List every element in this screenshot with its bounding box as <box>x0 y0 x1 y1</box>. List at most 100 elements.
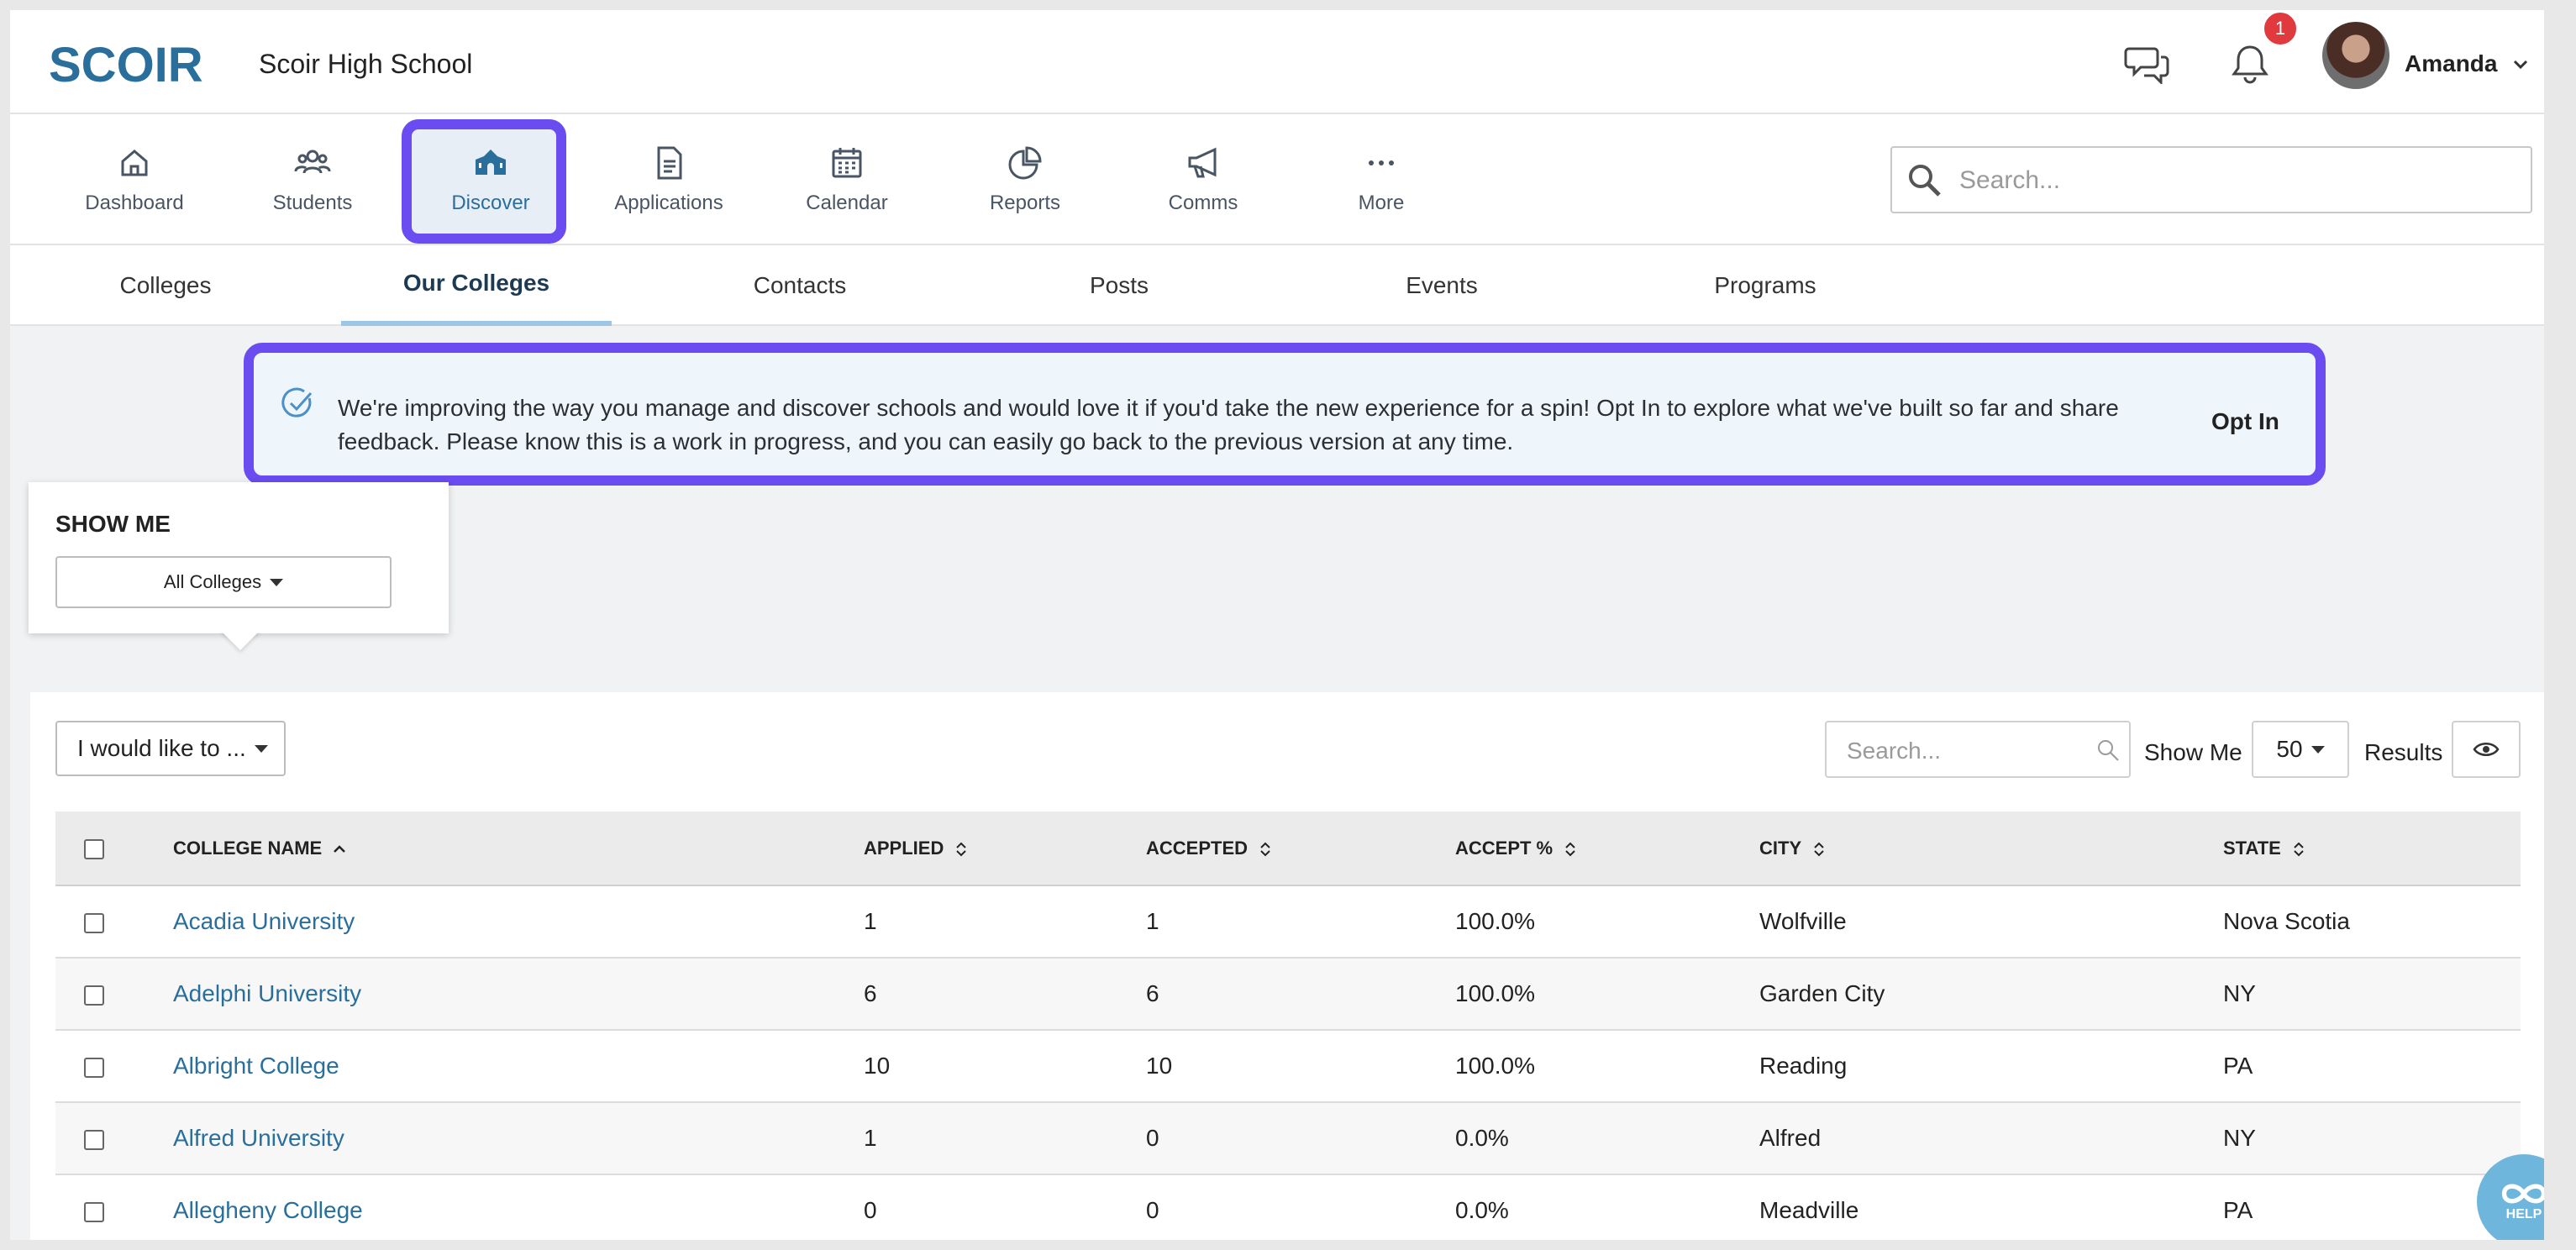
applied-cell: 6 <box>864 958 1146 1031</box>
chat-icon[interactable] <box>2124 44 2171 84</box>
column-label: CITY <box>1759 837 1801 859</box>
accept-percent-cell: 0.0% <box>1455 1174 1759 1240</box>
nav-label: Dashboard <box>85 192 184 214</box>
row-select-cell <box>55 1102 173 1175</box>
results-label: Results <box>2364 739 2443 765</box>
top-bar: SCOIR Scoir High School 1 Amanda <box>10 10 2544 114</box>
column-city[interactable]: CITY <box>1759 811 2223 886</box>
sort-icon <box>2294 842 2304 857</box>
row-checkbox[interactable] <box>84 912 104 933</box>
column-applied[interactable]: APPLIED <box>864 811 1146 886</box>
nav-label: Comms <box>1168 192 1238 214</box>
college-link[interactable]: Alfred University <box>173 1125 344 1151</box>
eye-icon <box>2473 743 2500 756</box>
table-search[interactable] <box>1825 721 2131 778</box>
opt-in-button[interactable]: Opt In <box>2211 408 2279 435</box>
app-window: SCOIR Scoir High School 1 Amanda Dashboa… <box>10 10 2544 1240</box>
notification-badge: 1 <box>2262 10 2299 47</box>
nav-applications[interactable]: Applications <box>588 114 749 245</box>
city-cell: Garden City <box>1759 958 2223 1031</box>
accept-percent-cell: 100.0% <box>1455 958 1759 1031</box>
infinity-icon <box>2501 1184 2544 1204</box>
users-icon <box>294 150 331 174</box>
bulk-action-dropdown[interactable]: I would like to ... <box>55 721 286 776</box>
nav-more[interactable]: More <box>1301 114 1462 245</box>
college-link[interactable]: Albright College <box>173 1053 339 1079</box>
city-cell: Reading <box>1759 1030 2223 1103</box>
table-row: Acadia University 1 1 100.0% Wolfville N… <box>55 885 2521 959</box>
nav-students[interactable]: Students <box>232 114 393 245</box>
column-accept-percent[interactable]: ACCEPT % <box>1455 811 1759 886</box>
caret-down-icon <box>254 744 268 753</box>
college-link[interactable]: Adelphi University <box>173 980 361 1006</box>
global-search[interactable] <box>1890 146 2532 213</box>
state-cell: PA <box>2223 1030 2521 1103</box>
state-cell: NY <box>2223 1102 2521 1175</box>
column-label: ACCEPT % <box>1455 837 1553 859</box>
help-label: HELP <box>2505 1207 2542 1221</box>
banner-message: We're improving the way you manage and d… <box>338 395 2119 454</box>
sort-ascending-icon <box>334 844 346 853</box>
show-me-label: Show Me <box>2144 739 2242 765</box>
nav-label: Reports <box>989 192 1061 214</box>
nav-dashboard[interactable]: Dashboard <box>54 114 215 245</box>
applied-cell: 1 <box>864 885 1146 959</box>
tab-contacts[interactable]: Contacts <box>665 245 934 326</box>
check-circle-icon <box>281 387 313 418</box>
column-accepted[interactable]: ACCEPTED <box>1146 811 1455 886</box>
college-link[interactable]: Allegheny College <box>173 1197 363 1223</box>
nav-label: Applications <box>614 192 723 214</box>
select-all-cell <box>55 811 173 886</box>
column-label: APPLIED <box>864 837 944 859</box>
tab-programs[interactable]: Programs <box>1627 245 1904 326</box>
nav-label: Discover <box>451 192 530 214</box>
chevron-down-icon[interactable] <box>2510 54 2531 74</box>
city-cell: Alfred <box>1759 1102 2223 1175</box>
nav-comms[interactable]: Comms <box>1122 114 1284 245</box>
global-search-input[interactable] <box>1959 156 2514 205</box>
show-me-dropdown[interactable]: All Colleges <box>55 556 392 608</box>
page-size-dropdown[interactable]: 50 <box>2252 721 2349 778</box>
column-visibility-button[interactable] <box>2452 721 2521 778</box>
sort-icon <box>1565 842 1575 857</box>
column-label: COLLEGE NAME <box>173 837 323 859</box>
table-row: Albright College 10 10 100.0% Reading PA <box>55 1030 2521 1103</box>
row-checkbox[interactable] <box>84 1129 104 1150</box>
search-icon <box>1909 165 1941 197</box>
college-link[interactable]: Acadia University <box>173 908 355 934</box>
nav-calendar[interactable]: Calendar <box>766 114 928 245</box>
avatar[interactable] <box>2322 22 2389 89</box>
accepted-cell: 0 <box>1146 1174 1455 1240</box>
column-label: ACCEPTED <box>1146 837 1249 859</box>
search-icon <box>2098 740 2119 761</box>
scoir-logo[interactable]: SCOIR <box>49 34 225 92</box>
more-dots-icon <box>1369 160 1394 165</box>
tab-posts[interactable]: Posts <box>985 245 1254 326</box>
nav-reports[interactable]: Reports <box>944 114 1106 245</box>
row-select-cell <box>55 1030 173 1103</box>
row-checkbox[interactable] <box>84 1201 104 1222</box>
column-state[interactable]: STATE <box>2223 811 2521 886</box>
state-cell: NY <box>2223 958 2521 1031</box>
megaphone-icon <box>1188 147 1217 178</box>
tab-colleges[interactable]: Colleges <box>27 245 304 326</box>
sort-icon <box>956 842 967 857</box>
sort-icon <box>1260 842 1270 857</box>
user-name[interactable]: Amanda <box>2405 50 2497 77</box>
panel-pointer <box>220 630 260 650</box>
accepted-cell: 1 <box>1146 885 1455 959</box>
main-nav: Dashboard Students Discover Applications… <box>10 114 2544 245</box>
table-header-row: COLLEGE NAME APPLIED ACCEPTED ACCEPT % C… <box>55 811 2521 886</box>
column-college-name[interactable]: COLLEGE NAME <box>173 811 864 886</box>
nav-discover[interactable]: Discover <box>410 114 571 245</box>
row-checkbox[interactable] <box>84 1057 104 1078</box>
pie-chart-icon <box>1008 146 1042 180</box>
table-search-input[interactable] <box>1847 733 2090 769</box>
tab-events[interactable]: Events <box>1307 245 1576 326</box>
show-me-selected: All Colleges <box>163 571 262 592</box>
row-checkbox[interactable] <box>84 985 104 1006</box>
accept-percent-cell: 0.0% <box>1455 1102 1759 1175</box>
select-all-checkbox[interactable] <box>84 838 104 859</box>
bell-icon[interactable] <box>2226 40 2274 87</box>
tab-our-colleges[interactable]: Our Colleges <box>341 245 612 326</box>
